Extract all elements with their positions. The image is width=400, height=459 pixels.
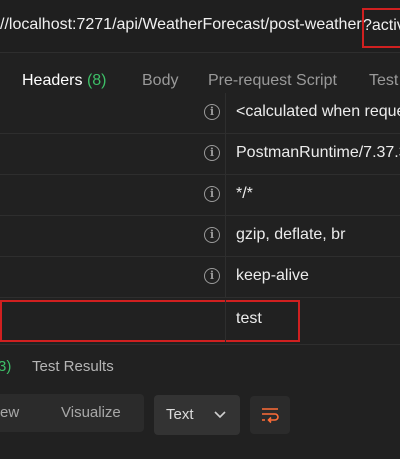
preview-button[interactable]: ew	[0, 404, 19, 421]
chevron-down-icon	[212, 406, 228, 422]
column-divider	[225, 175, 226, 215]
url-bar[interactable]: //localhost:7271/api/WeatherForecast/pos…	[0, 0, 400, 53]
response-view-bar: ew Visualize Text	[0, 394, 400, 436]
custom-header-row-highlight[interactable]: test	[0, 300, 300, 342]
info-circle-icon[interactable]: i	[204, 227, 220, 243]
request-url[interactable]: //localhost:7271/api/WeatherForecast/pos…	[0, 16, 362, 34]
tab-headers[interactable]: Headers (8)	[22, 72, 107, 90]
column-divider	[225, 93, 226, 133]
column-divider	[225, 300, 226, 342]
header-value[interactable]: gzip, deflate, br	[236, 226, 345, 244]
header-value[interactable]: keep-alive	[236, 267, 309, 285]
header-value[interactable]: PostmanRuntime/7.37.3	[236, 144, 400, 162]
tab-headers-count-fragment[interactable]: 3)	[0, 358, 11, 375]
column-divider	[225, 257, 226, 297]
tab-pre-request-script[interactable]: Pre-request Script	[208, 72, 337, 90]
header-row: i PostmanRuntime/7.37.3	[0, 134, 400, 175]
headers-count-badge: (8)	[86, 72, 107, 89]
info-circle-icon[interactable]: i	[204, 104, 220, 120]
header-row: i gzip, deflate, br	[0, 216, 400, 257]
header-row: i keep-alive	[0, 257, 400, 298]
tab-tests[interactable]: Test	[369, 72, 398, 90]
format-select[interactable]: Text	[154, 395, 240, 435]
tab-test-results[interactable]: Test Results	[32, 358, 114, 375]
header-row: i */*	[0, 175, 400, 216]
column-divider	[225, 216, 226, 256]
format-selected-label: Text	[166, 406, 194, 423]
wrap-lines-icon	[262, 408, 279, 424]
tab-headers-label: Headers	[22, 72, 83, 89]
info-circle-icon[interactable]: i	[204, 145, 220, 161]
info-circle-icon[interactable]: i	[204, 186, 220, 202]
visualize-button[interactable]: Visualize	[61, 404, 121, 421]
wrap-lines-button[interactable]	[250, 396, 290, 434]
view-mode-segmented: ew Visualize	[0, 394, 144, 432]
info-circle-icon[interactable]: i	[204, 268, 220, 284]
tab-body[interactable]: Body	[142, 72, 178, 90]
url-query-highlight[interactable]: ?activ	[362, 8, 400, 48]
header-value[interactable]: <calculated when reque	[236, 103, 400, 121]
custom-header-value[interactable]: test	[236, 310, 262, 328]
column-divider	[225, 134, 226, 174]
header-row: i <calculated when reque	[0, 93, 400, 134]
response-tabs: 3) Test Results	[0, 344, 400, 389]
url-query-text: ?activ	[363, 17, 400, 34]
header-value[interactable]: */*	[236, 185, 253, 203]
